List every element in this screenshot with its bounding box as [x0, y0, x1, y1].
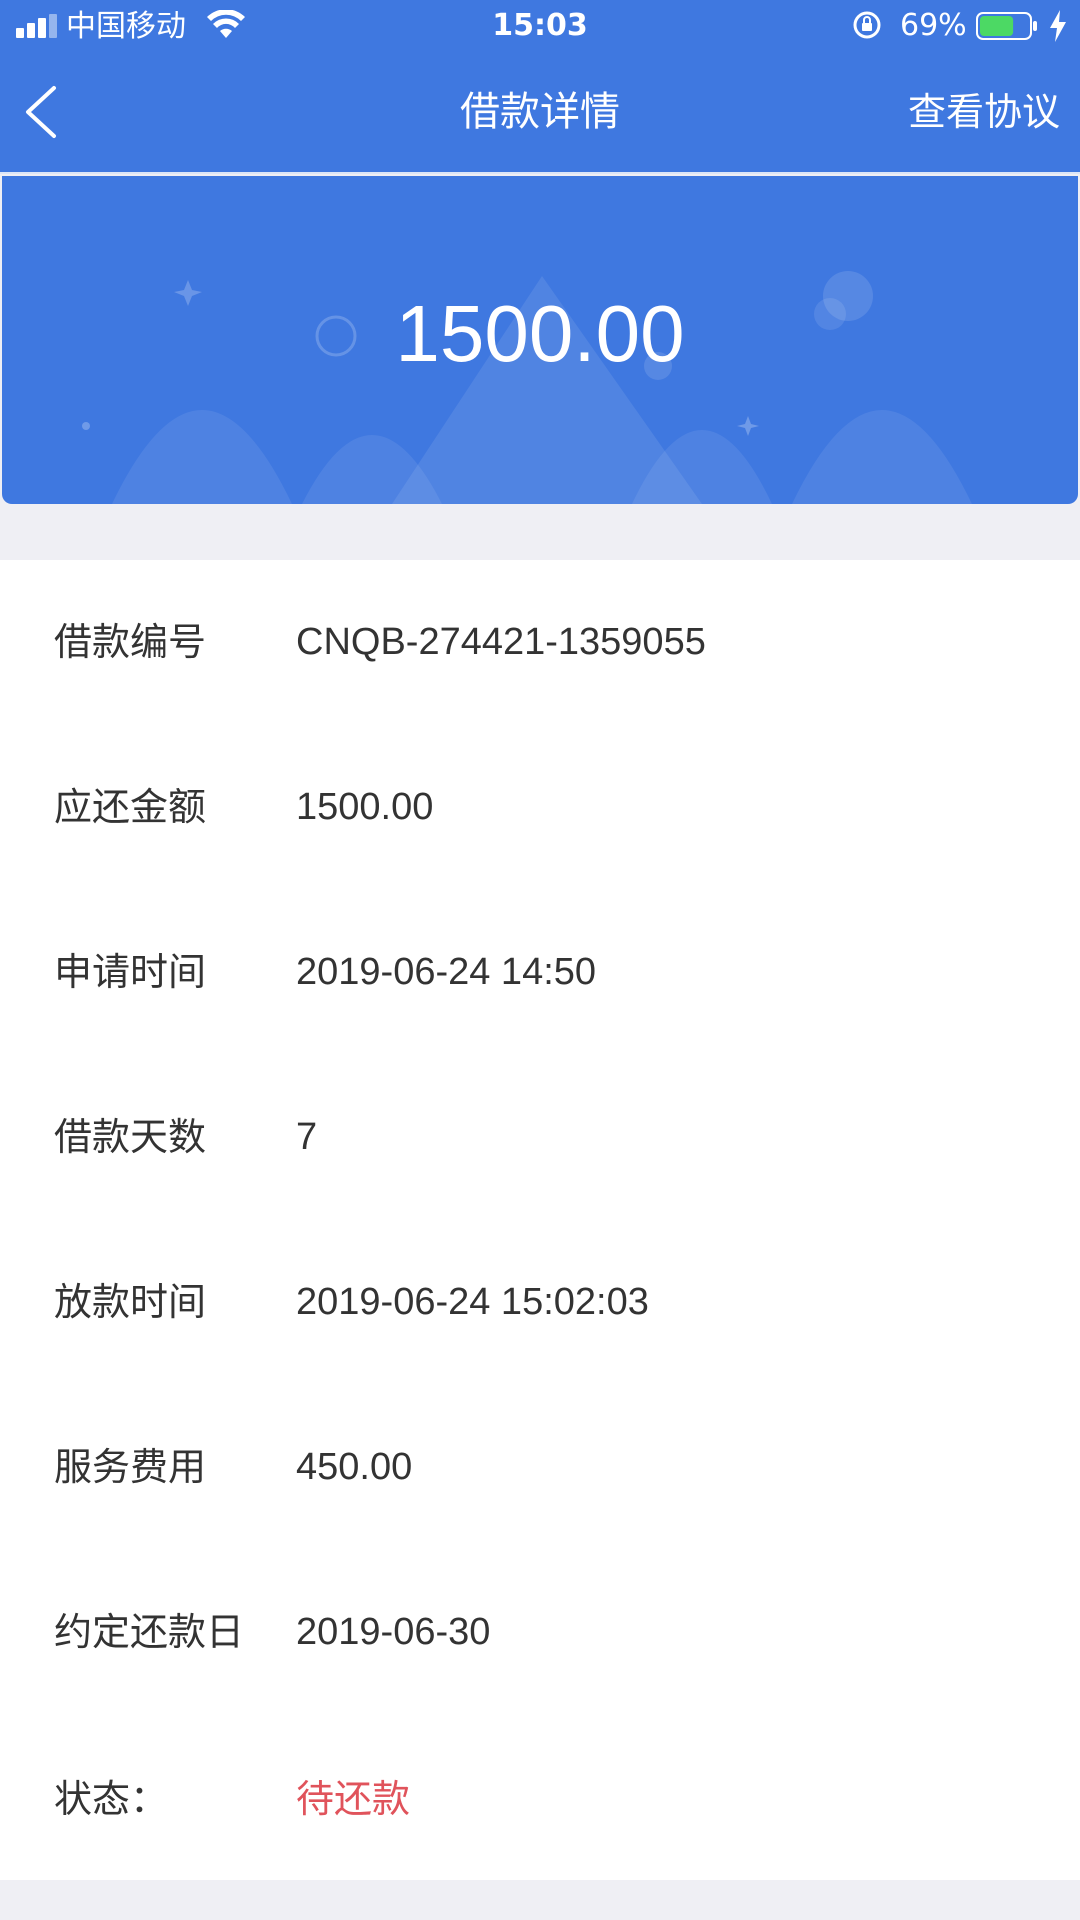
detail-value: 2019-06-30: [296, 1611, 491, 1653]
view-agreement-button[interactable]: 查看协议: [908, 84, 1060, 140]
detail-value: 2019-06-24 14:50: [296, 951, 597, 993]
detail-row-disburse-time: 放款时间 2019-06-24 15:02:03: [0, 1220, 1080, 1385]
detail-row-service-fee: 服务费用 450.00: [0, 1385, 1080, 1550]
rotation-lock-icon: [853, 11, 881, 39]
detail-value: CNQB-274421-1359055: [296, 621, 706, 663]
loan-amount: 1500.00: [395, 289, 685, 378]
detail-row-due-date: 约定还款日 2019-06-30: [0, 1550, 1080, 1715]
status-value: 待还款: [296, 1777, 411, 1821]
detail-label: 应还金额: [54, 785, 207, 829]
battery-icon: [976, 12, 1037, 40]
loan-detail-list: 借款编号 CNQB-274421-1359055 应还金额 1500.00 申请…: [0, 560, 1080, 1880]
detail-value: 2019-06-24 15:02:03: [296, 1281, 649, 1323]
header: 中国移动 15:03 69% 借款详情 查看协议: [0, 0, 1080, 174]
detail-label: 服务费用: [54, 1445, 207, 1489]
detail-value: 1500.00: [296, 786, 434, 828]
detail-label: 借款天数: [54, 1115, 207, 1159]
detail-label: 申请时间: [54, 950, 207, 994]
status-bar: 中国移动 15:03 69%: [0, 0, 1080, 54]
detail-row-amount-due: 应还金额 1500.00: [0, 725, 1080, 890]
charging-bolt-icon: [1050, 10, 1066, 42]
detail-label: 约定还款日: [54, 1610, 245, 1654]
detail-row-apply-time: 申请时间 2019-06-24 14:50: [0, 890, 1080, 1055]
detail-value: 450.00: [296, 1446, 413, 1488]
detail-value: 7: [296, 1116, 318, 1158]
detail-row-status: 状态： 待还款: [0, 1717, 1080, 1882]
loan-detail-page: 中国移动 15:03 69% 借款详情 查看协议 1500.00 借款编号 CN…: [0, 0, 1080, 1920]
battery-percent: 69%: [900, 8, 967, 43]
nav-bar: 借款详情 查看协议: [0, 54, 1080, 174]
detail-label: 状态：: [54, 1777, 169, 1821]
detail-label: 借款编号: [54, 620, 207, 664]
detail-row-loan-number: 借款编号 CNQB-274421-1359055: [0, 560, 1080, 725]
amount-banner: 1500.00: [2, 176, 1078, 504]
detail-row-loan-days: 借款天数 7: [0, 1055, 1080, 1220]
detail-label: 放款时间: [54, 1280, 207, 1324]
header-divider: [0, 172, 1080, 174]
